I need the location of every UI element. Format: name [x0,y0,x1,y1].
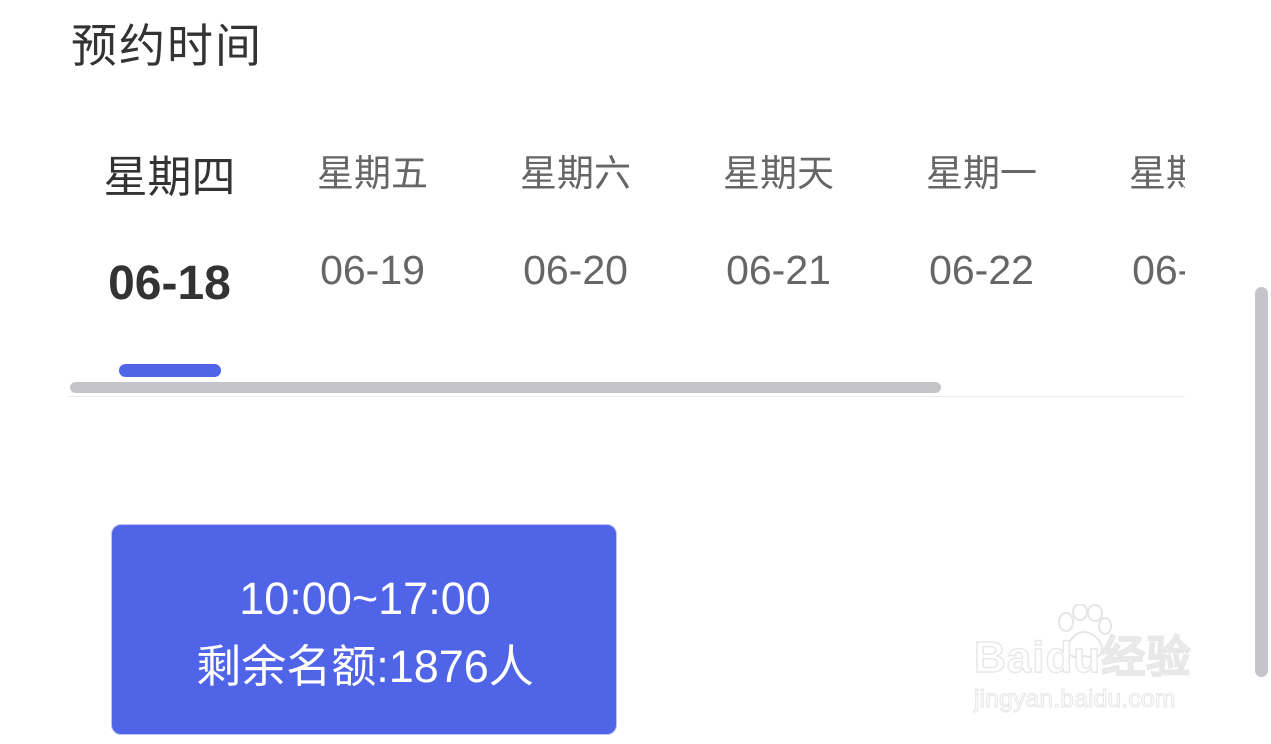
slot-time-range: 10:00~17:00 [239,573,491,624]
date-tab-weekday: 星期一 [926,152,1037,195]
date-tab-0621[interactable]: 星期天 06-21 [677,120,880,370]
date-tab-date: 06-20 [523,247,628,293]
baidu-watermark: Baidu经验 jingyan.baidu.com [972,604,1208,720]
date-tab-weekday: 星期五 [317,152,428,195]
date-tab-date: 06-23 [1132,247,1185,293]
date-tab-0618[interactable]: 星期四 06-18 [68,120,271,377]
active-tab-indicator [119,364,221,377]
slot-remaining-quota: 剩余名额:1876人 [196,641,534,692]
date-tab-date: 06-18 [108,257,231,310]
date-tab-strip[interactable]: 星期四 06-18 星期五 06-19 星期六 06-20 星期天 06-21 … [68,120,1185,397]
date-tab-0619[interactable]: 星期五 06-19 [271,120,474,370]
date-tab-0620[interactable]: 星期六 06-20 [474,120,677,370]
horizontal-scrollbar[interactable] [70,382,941,393]
booking-page: 预约时间 星期四 06-18 星期五 06-19 星期六 06-20 星期天 0… [0,0,1271,744]
vertical-scrollbar[interactable] [1255,287,1268,677]
date-tab-date: 06-21 [726,247,831,293]
date-tab-0622[interactable]: 星期一 06-22 [880,120,1083,370]
date-tab-weekday: 星期二 [1129,152,1185,195]
watermark-brand: Baidu经验 [973,632,1192,683]
date-tab-weekday: 星期四 [103,152,236,203]
time-slot-card[interactable]: 10:00~17:00 剩余名额:1876人 [111,524,617,735]
watermark-url: jingyan.baidu.com [974,685,1177,714]
date-tab-0623[interactable]: 星期二 06-23 [1083,120,1185,370]
date-tab-weekday: 星期六 [520,152,631,195]
section-title: 预约时间 [71,19,263,73]
date-tab-weekday: 星期天 [723,152,834,195]
date-tab-date: 06-22 [929,247,1034,293]
date-tab-track: 星期四 06-18 星期五 06-19 星期六 06-20 星期天 06-21 … [68,120,1185,380]
date-tab-date: 06-19 [320,247,425,293]
